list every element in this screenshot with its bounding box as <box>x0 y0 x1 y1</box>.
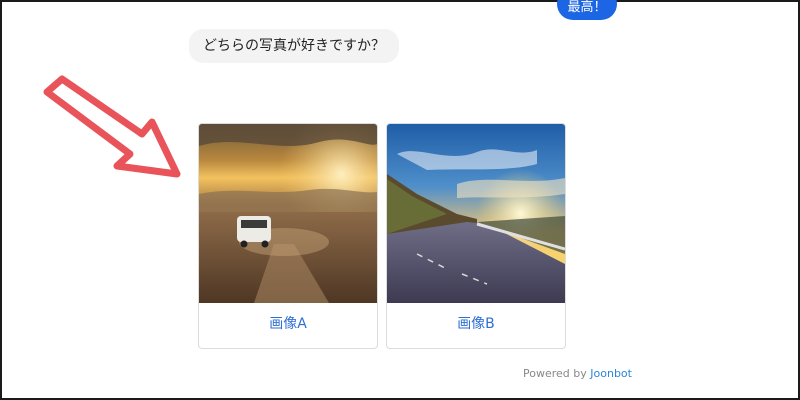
bot-message-bubble: どちらの写真が好きですか？ <box>189 29 399 63</box>
powered-by: Powered by Joonbot <box>523 367 632 380</box>
bot-question-text: どちらの写真が好きですか？ <box>203 38 385 54</box>
user-message-bubble: 最高！ <box>557 0 617 20</box>
arrow-icon <box>43 75 181 178</box>
choice-label-a[interactable]: 画像A <box>199 313 377 333</box>
photo-a <box>199 124 377 303</box>
choice-card-a[interactable]: 画像A <box>198 123 378 349</box>
choice-card-b[interactable]: 画像B <box>386 123 566 349</box>
chat-window: 最高！ どちらの写真が好きですか？ 画像A 画像B Powered by Joo… <box>0 0 800 400</box>
choice-label-b[interactable]: 画像B <box>387 313 565 333</box>
powered-by-brand-link[interactable]: Joonbot <box>590 367 632 380</box>
powered-by-prefix: Powered by <box>523 367 587 380</box>
user-message-text: 最高！ <box>567 0 607 15</box>
photo-b <box>387 124 565 303</box>
